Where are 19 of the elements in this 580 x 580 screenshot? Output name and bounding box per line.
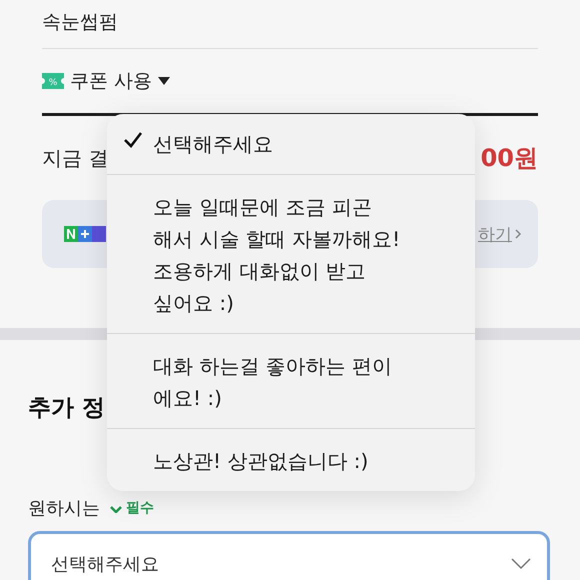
menu-option[interactable]: 노상관! 상관없습니다 :) — [107, 428, 475, 491]
logo-icon — [64, 226, 106, 242]
menu-option[interactable]: 대화 하는걸 좋아하는 편이 에요! :) — [107, 333, 475, 428]
menu-option[interactable]: 오늘 일때문에 조금 피곤 해서 시술 할때 자볼까해요! 조용하게 대화없이 받고 싶어요 :) — [107, 174, 475, 333]
product-name: 속눈썹펌 — [42, 10, 119, 35]
chevron-icon — [514, 228, 522, 240]
payment-amount: 00원 — [480, 143, 538, 174]
required-tag: 필수 — [110, 499, 154, 517]
coupon-icon: % — [42, 73, 64, 89]
chevron-icon — [511, 558, 531, 570]
check-icon — [110, 504, 122, 512]
caret-icon[interactable] — [158, 77, 170, 85]
menu-option[interactable]: 선택해주세요 — [107, 114, 475, 174]
check-icon — [123, 131, 143, 149]
section-title: 추가 정 — [28, 394, 106, 423]
payment-label: 지금 결 — [42, 144, 108, 172]
select-field[interactable]: 선택해주세요 — [28, 531, 550, 580]
field-label: 원하시는 — [28, 497, 100, 520]
coupon-label[interactable]: 쿠폰 사용 — [70, 68, 152, 94]
